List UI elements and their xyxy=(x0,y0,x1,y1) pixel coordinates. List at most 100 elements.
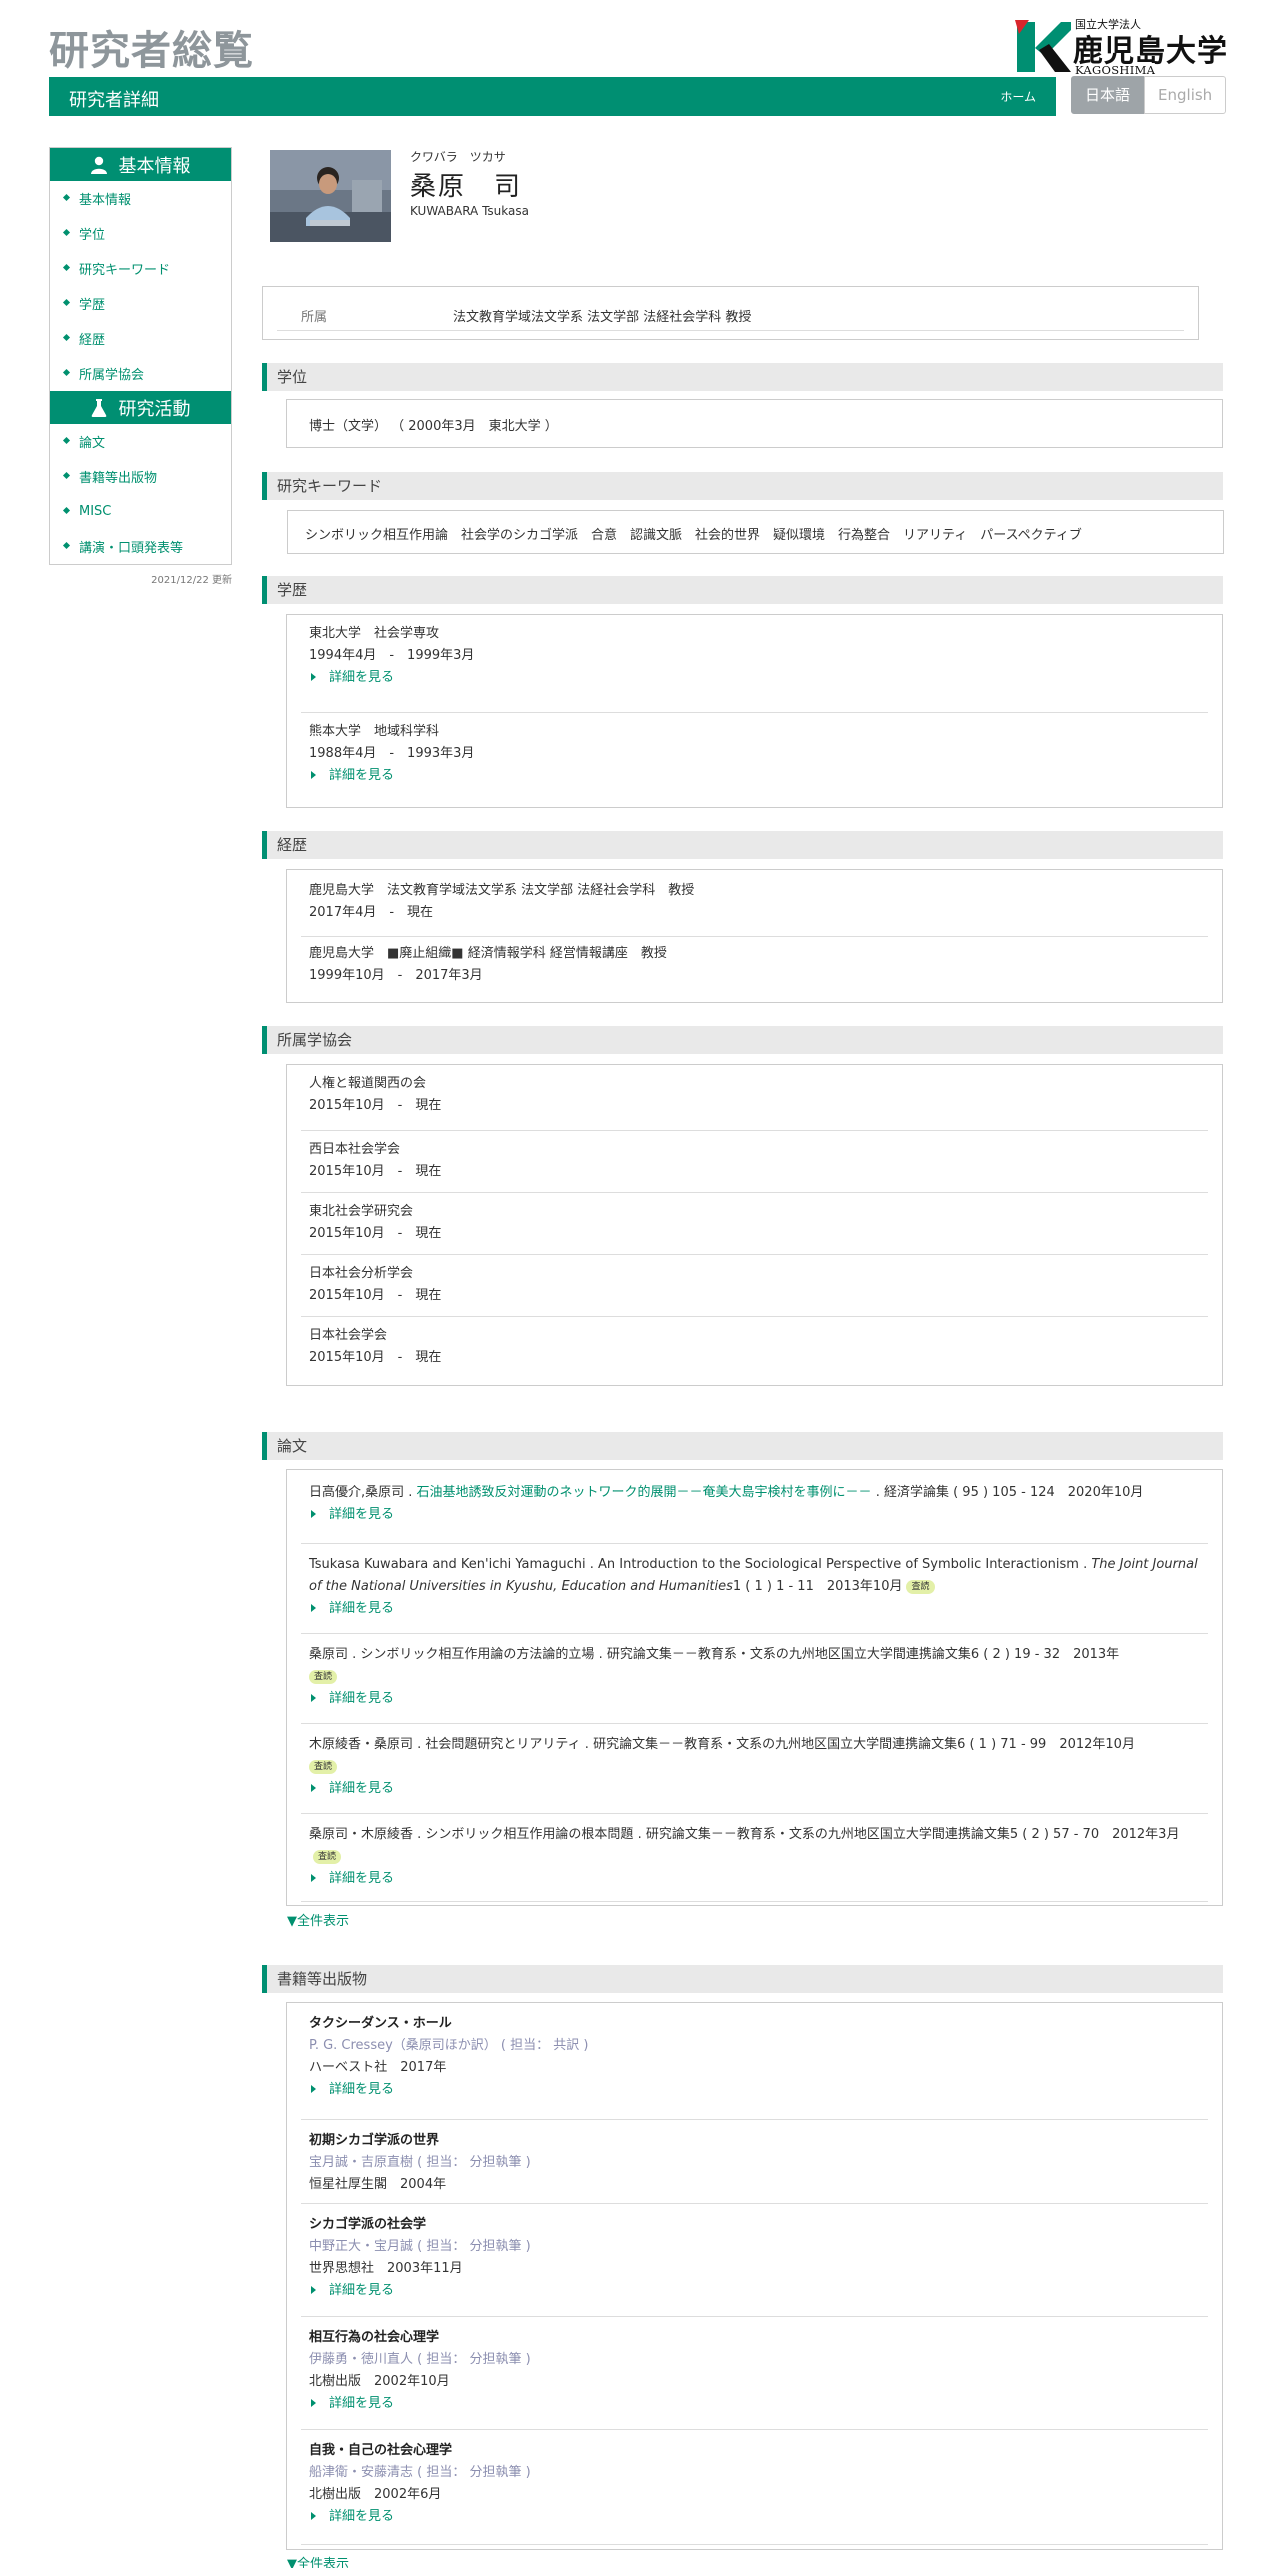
paper-source: 研究論文集－－教育系・文系の九州地区国立大学間連携論文集5 ( 2 ) 57 -… xyxy=(645,1827,1180,1842)
book-item: 相互行為の社会心理学 伊藤勇・徳川直人 ( 担当： 分担執筆 ) 北樹出版 20… xyxy=(301,2317,1208,2430)
paper-authors: 木原綾香・桑原司 xyxy=(309,1737,414,1752)
paper-item: 木原綾香・桑原司 . 社会問題研究とリアリティ . 研究論文集－－教育系・文系の… xyxy=(301,1724,1208,1814)
book-title: タクシーダンス・ホール xyxy=(309,2016,452,2031)
section-books: 書籍等出版物 xyxy=(262,1965,1223,1993)
paper-item: 日高優介,桑原司 . 石油基地誘致反対運動のネットワーク的展開－－奄美大島宇検村… xyxy=(301,1470,1208,1544)
affiliation-box: 所属 法文教育学域法文学系 法文学部 法経社会学科 教授 xyxy=(262,286,1199,340)
society-name: 東北社会学研究会 xyxy=(309,1204,414,1219)
paper-more-link[interactable]: 詳細を見る xyxy=(309,1504,394,1526)
sidebar-item-career[interactable]: 経歴 xyxy=(50,321,231,356)
book-publisher: ハーベスト社 2017年 xyxy=(309,2060,447,2075)
book-authors: 中野正大・宝月誠 ( 担当： 分担執筆 ) xyxy=(309,2239,531,2254)
peer-reviewed-badge: 査読 xyxy=(309,1759,338,1774)
section-degree: 学位 xyxy=(262,363,1223,391)
education-school: 熊本大学 地域科学科 xyxy=(309,724,440,739)
papers-box: 日高優介,桑原司 . 石油基地誘致反対運動のネットワーク的展開－－奄美大島宇検村… xyxy=(286,1469,1223,1906)
society-period: 2015年10月 - 現在 xyxy=(309,1164,442,1179)
sidebar-item-basic[interactable]: 基本情報 xyxy=(50,181,231,216)
site-title: 研究者総覧 xyxy=(49,28,254,74)
career-item: 鹿児島大学 法文教育学域法文学系 法文学部 法経社会学科 教授 2017年4月 … xyxy=(301,870,1208,937)
books-show-all-link[interactable]: ▼全件表示 xyxy=(287,2553,349,2568)
sidebar-item-societies[interactable]: 所属学協会 xyxy=(50,356,231,391)
society-item: 西日本社会学会 2015年10月 - 現在 xyxy=(301,1131,1208,1193)
paper-title-link[interactable]: 石油基地誘致反対運動のネットワーク的展開－－奄美大島宇検村を事例に－－ xyxy=(417,1485,872,1500)
sidebar-head-basic-label: 基本情報 xyxy=(118,155,191,177)
name-roman: KUWABARA Tsukasa xyxy=(410,204,529,218)
education-item: 東北大学 社会学専攻 1994年4月 - 1999年3月 詳細を見る xyxy=(301,615,1208,713)
sidebar-item-degree[interactable]: 学位 xyxy=(50,216,231,251)
book-item: タクシーダンス・ホール P. G. Cressey（桑原司ほか訳） ( 担当： … xyxy=(301,2003,1208,2120)
paper-authors: 日高優介,桑原司 xyxy=(309,1485,405,1500)
paper-item: 桑原司・木原綾香 . シンボリック相互作用論の根本問題 . 研究論文集－－教育系… xyxy=(301,1814,1208,1902)
society-item: 人権と報道関西の会 2015年10月 - 現在 xyxy=(301,1065,1208,1131)
sidebar-item-books[interactable]: 書籍等出版物 xyxy=(50,459,231,494)
education-more-link[interactable]: 詳細を見る xyxy=(309,765,394,787)
book-publisher: 恒星社厚生閣 2004年 xyxy=(309,2177,447,2192)
book-publisher: 北樹出版 2002年6月 xyxy=(309,2487,442,2502)
career-item: 鹿児島大学 ■廃止組織■ 経済情報学科 経営情報講座 教授 1999年10月 -… xyxy=(301,937,1208,997)
society-period: 2015年10月 - 現在 xyxy=(309,1350,442,1365)
book-title: 相互行為の社会心理学 xyxy=(309,2330,440,2345)
paper-title: シンボリック相互作用論の方法論的立場 xyxy=(360,1647,595,1662)
sidebar-item-misc[interactable]: MISC xyxy=(50,494,231,529)
sidebar-head-activity-label: 研究活動 xyxy=(118,398,191,420)
person-icon xyxy=(90,156,107,174)
book-more-link[interactable]: 詳細を見る xyxy=(309,2506,394,2528)
paper-item: Tsukasa Kuwabara and Ken'ichi Yamaguchi … xyxy=(301,1544,1208,1634)
book-title: 自我・自己の社会心理学 xyxy=(309,2443,453,2458)
degree-value: 博士（文学） （ 2000年3月 東北大学 ） xyxy=(309,419,558,434)
books-box: タクシーダンス・ホール P. G. Cressey（桑原司ほか訳） ( 担当： … xyxy=(286,2002,1223,2550)
kagoshima-logo-icon xyxy=(1015,20,1071,72)
university-logo[interactable]: 国立大学法人 鹿児島大学 KAGOSHIMA UNIVERSITY xyxy=(1015,14,1235,91)
sidebar-item-keywords[interactable]: 研究キーワード xyxy=(50,251,231,286)
paper-title: An Introduction to the Sociological Pers… xyxy=(597,1557,1079,1572)
book-more-link[interactable]: 詳細を見る xyxy=(309,2079,394,2101)
keywords-box: シンボリック相互作用論 社会学のシカゴ学派 合意 認識文脈 社会的世界 疑似環境… xyxy=(287,510,1224,554)
career-org: 鹿児島大学 法文教育学域法文学系 法文学部 法経社会学科 教授 xyxy=(309,883,695,898)
education-school: 東北大学 社会学専攻 xyxy=(309,626,440,641)
lang-ja-button[interactable]: 日本語 xyxy=(1071,76,1145,114)
sidebar: 基本情報 基本情報 学位 研究キーワード 学歴 経歴 所属学協会 研究活動 論文… xyxy=(49,147,232,565)
paper-item: 桑原司 . シンボリック相互作用論の方法論的立場 . 研究論文集－－教育系・文系… xyxy=(301,1634,1208,1724)
paper-more-link[interactable]: 詳細を見る xyxy=(309,1778,394,1800)
book-more-link[interactable]: 詳細を見る xyxy=(309,2280,394,2302)
section-societies: 所属学協会 xyxy=(262,1026,1223,1054)
book-more-link[interactable]: 詳細を見る xyxy=(309,2393,394,2415)
career-period: 2017年4月 - 現在 xyxy=(309,905,434,920)
updated-date: 2021/12/22 更新 xyxy=(151,575,232,586)
lang-en-button[interactable]: English xyxy=(1144,76,1227,114)
peer-reviewed-badge: 査読 xyxy=(906,1579,935,1594)
keywords-value: シンボリック相互作用論 社会学のシカゴ学派 合意 認識文脈 社会的世界 疑似環境… xyxy=(305,528,1082,543)
education-box: 東北大学 社会学専攻 1994年4月 - 1999年3月 詳細を見る 熊本大学 … xyxy=(286,614,1223,808)
education-item: 熊本大学 地域科学科 1988年4月 - 1993年3月 詳細を見る xyxy=(301,713,1208,801)
sidebar-item-presentations[interactable]: 講演・口頭発表等 xyxy=(50,529,231,564)
peer-reviewed-badge: 査読 xyxy=(309,1669,338,1684)
book-item: 初期シカゴ学派の世界 宝月誠・吉原直樹 ( 担当： 分担執筆 ) 恒星社厚生閣 … xyxy=(301,2120,1208,2204)
book-publisher: 北樹出版 2002年10月 xyxy=(309,2374,450,2389)
paper-more-link[interactable]: 詳細を見る xyxy=(309,1598,394,1620)
book-publisher: 世界思想社 2003年11月 xyxy=(309,2261,463,2276)
education-more-link[interactable]: 詳細を見る xyxy=(309,667,394,689)
paper-more-link[interactable]: 詳細を見る xyxy=(309,1868,394,1890)
paper-authors: Tsukasa Kuwabara and Ken'ichi Yamaguchi xyxy=(309,1557,586,1572)
society-period: 2015年10月 - 現在 xyxy=(309,1226,442,1241)
career-box: 鹿児島大学 法文教育学域法文学系 法文学部 法経社会学科 教授 2017年4月 … xyxy=(286,869,1223,1003)
affiliation-value: 法文教育学域法文学系 法文学部 法経社会学科 教授 xyxy=(453,310,752,325)
book-item: 自我・自己の社会心理学 船津衛・安藤清志 ( 担当： 分担執筆 ) 北樹出版 2… xyxy=(301,2430,1208,2545)
papers-show-all-link[interactable]: ▼全件表示 xyxy=(287,1910,349,1929)
page-title-bar: 研究者詳細 ホーム xyxy=(49,77,1056,116)
paper-title: シンボリック相互作用論の根本問題 xyxy=(425,1827,634,1842)
paper-authors: 桑原司・木原綾香 xyxy=(309,1827,414,1842)
name-kana: クワバラ ツカサ xyxy=(410,150,506,164)
society-item: 日本社会分析学会 2015年10月 - 現在 xyxy=(301,1255,1208,1317)
sidebar-item-papers[interactable]: 論文 xyxy=(50,424,231,459)
paper-more-link[interactable]: 詳細を見る xyxy=(309,1688,394,1710)
peer-reviewed-badge: 査読 xyxy=(313,1849,342,1864)
home-link[interactable]: ホーム xyxy=(1000,88,1036,105)
sidebar-item-education[interactable]: 学歴 xyxy=(50,286,231,321)
paper-authors: 桑原司 xyxy=(309,1647,349,1662)
book-title: シカゴ学派の社会学 xyxy=(309,2217,427,2232)
language-switch: 日本語 English xyxy=(1071,76,1227,114)
society-name: 日本社会学会 xyxy=(309,1328,388,1343)
sidebar-head-activity: 研究活動 xyxy=(50,391,231,424)
